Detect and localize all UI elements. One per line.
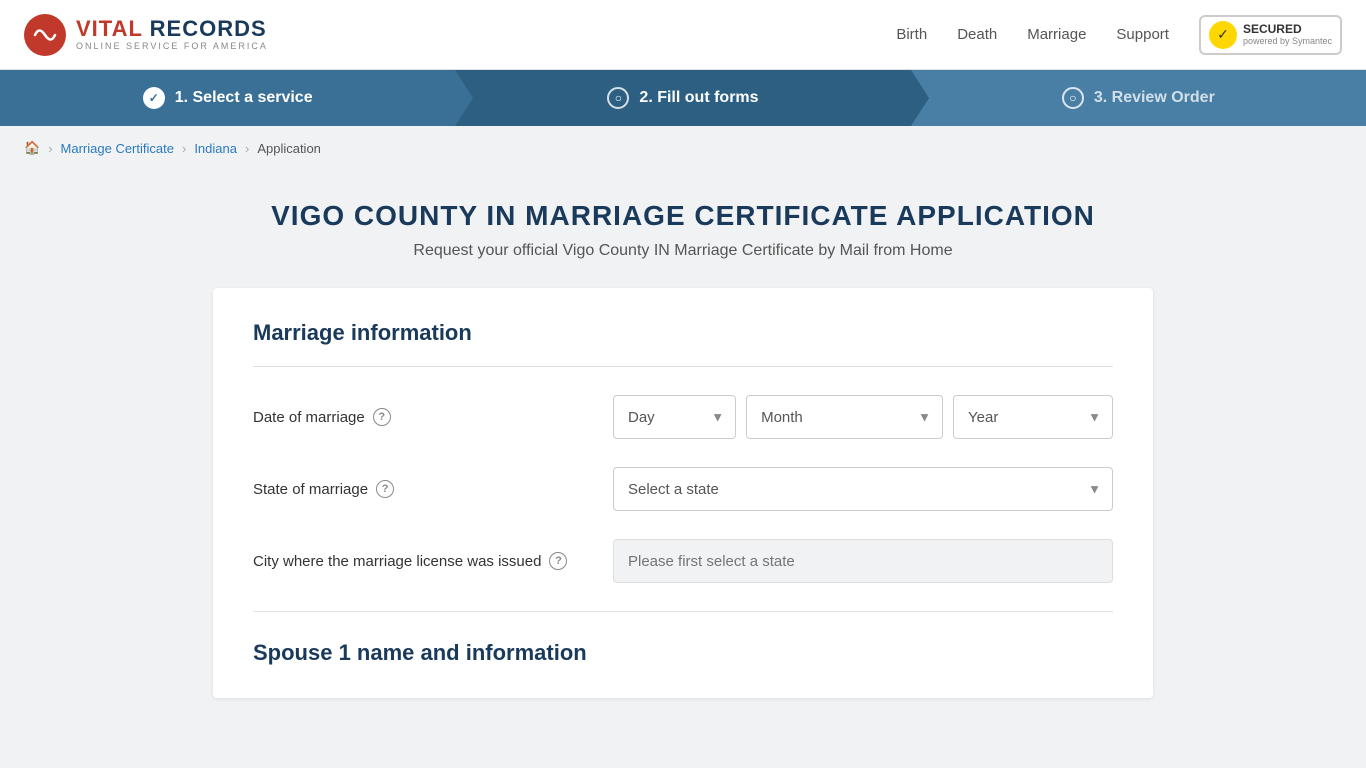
norton-badge: ✓ SECURED powered by Symantec bbox=[1199, 15, 1342, 55]
logo: VITAL RECORDS ONLINE SERVICE FOR AMERICA bbox=[24, 14, 268, 56]
main-nav: Birth Death Marriage Support ✓ SECURED p… bbox=[896, 15, 1342, 55]
breadcrumb-home[interactable]: 🏠 bbox=[24, 140, 40, 156]
progress-step-1: ✓ 1. Select a service bbox=[0, 70, 455, 126]
nav-support[interactable]: Support bbox=[1116, 26, 1169, 43]
step-3-label: 3. Review Order bbox=[1094, 89, 1215, 107]
breadcrumb-sep-2: › bbox=[182, 141, 186, 156]
date-label-area: Date of marriage ? bbox=[253, 408, 593, 426]
breadcrumb: 🏠 › Marriage Certificate › Indiana › App… bbox=[0, 126, 1366, 170]
progress-step-3: ○ 3. Review Order bbox=[911, 70, 1366, 126]
city-label: City where the marriage license was issu… bbox=[253, 553, 541, 570]
logo-subtitle: ONLINE SERVICE FOR AMERICA bbox=[76, 42, 268, 52]
city-input bbox=[613, 539, 1113, 583]
logo-title: VITAL RECORDS bbox=[76, 17, 268, 41]
step-2-icon: ○ bbox=[607, 87, 629, 109]
logo-icon bbox=[24, 14, 66, 56]
date-inputs: Day 12345 678910 1112131415 1617181920 2… bbox=[613, 395, 1113, 439]
logo-text: VITAL RECORDS ONLINE SERVICE FOR AMERICA bbox=[76, 17, 268, 51]
step-1-label: 1. Select a service bbox=[175, 89, 313, 107]
state-label-area: State of marriage ? bbox=[253, 480, 593, 498]
site-header: VITAL RECORDS ONLINE SERVICE FOR AMERICA… bbox=[0, 0, 1366, 70]
progress-step-2: ○ 2. Fill out forms bbox=[455, 70, 910, 126]
step-2-label: 2. Fill out forms bbox=[639, 89, 758, 107]
breadcrumb-sep-1: › bbox=[48, 141, 52, 156]
city-label-area: City where the marriage license was issu… bbox=[253, 552, 593, 570]
month-select[interactable]: Month JanuaryFebruaryMarch AprilMayJune … bbox=[746, 395, 943, 439]
main-content: VIGO COUNTY IN MARRIAGE CERTIFICATE APPL… bbox=[0, 170, 1366, 738]
date-of-marriage-row: Date of marriage ? Day 12345 678910 1112… bbox=[253, 395, 1113, 439]
page-subtitle: Request your official Vigo County IN Mar… bbox=[24, 242, 1342, 260]
breadcrumb-indiana[interactable]: Indiana bbox=[194, 141, 237, 156]
state-select-wrapper: Select a state AlabamaAlaskaArizona Arka… bbox=[613, 467, 1113, 511]
breadcrumb-sep-3: › bbox=[245, 141, 249, 156]
city-help-icon[interactable]: ? bbox=[549, 552, 567, 570]
breadcrumb-application: Application bbox=[257, 141, 321, 156]
city-inputs bbox=[613, 539, 1113, 583]
section1-divider bbox=[253, 366, 1113, 367]
section2-title: Spouse 1 name and information bbox=[253, 640, 1113, 666]
page-title: VIGO COUNTY IN MARRIAGE CERTIFICATE APPL… bbox=[24, 200, 1342, 232]
nav-death[interactable]: Death bbox=[957, 26, 997, 43]
breadcrumb-marriage-cert[interactable]: Marriage Certificate bbox=[61, 141, 174, 156]
nav-birth[interactable]: Birth bbox=[896, 26, 927, 43]
month-select-wrapper: Month JanuaryFebruaryMarch AprilMayJune … bbox=[746, 395, 943, 439]
section2-divider bbox=[253, 611, 1113, 612]
nav-marriage[interactable]: Marriage bbox=[1027, 26, 1086, 43]
state-of-marriage-row: State of marriage ? Select a state Alaba… bbox=[253, 467, 1113, 511]
state-of-marriage-label: State of marriage bbox=[253, 481, 368, 498]
day-select-wrapper: Day 12345 678910 1112131415 1617181920 2… bbox=[613, 395, 736, 439]
state-help-icon[interactable]: ? bbox=[376, 480, 394, 498]
city-row: City where the marriage license was issu… bbox=[253, 539, 1113, 583]
date-of-marriage-label: Date of marriage bbox=[253, 409, 365, 426]
year-select[interactable]: Year 2024202320222021 2020201920182017 2… bbox=[953, 395, 1113, 439]
section1-title: Marriage information bbox=[253, 320, 1113, 346]
state-inputs: Select a state AlabamaAlaskaArizona Arka… bbox=[613, 467, 1113, 511]
state-select[interactable]: Select a state AlabamaAlaskaArizona Arka… bbox=[613, 467, 1113, 511]
step-3-icon: ○ bbox=[1062, 87, 1084, 109]
year-select-wrapper: Year 2024202320222021 2020201920182017 2… bbox=[953, 395, 1113, 439]
day-select[interactable]: Day 12345 678910 1112131415 1617181920 2… bbox=[613, 395, 736, 439]
form-card: Marriage information Date of marriage ? … bbox=[213, 288, 1153, 698]
norton-text: SECURED powered by Symantec bbox=[1243, 22, 1332, 47]
norton-checkmark: ✓ bbox=[1209, 21, 1237, 49]
date-help-icon[interactable]: ? bbox=[373, 408, 391, 426]
step-1-icon: ✓ bbox=[143, 87, 165, 109]
progress-bar: ✓ 1. Select a service ○ 2. Fill out form… bbox=[0, 70, 1366, 126]
